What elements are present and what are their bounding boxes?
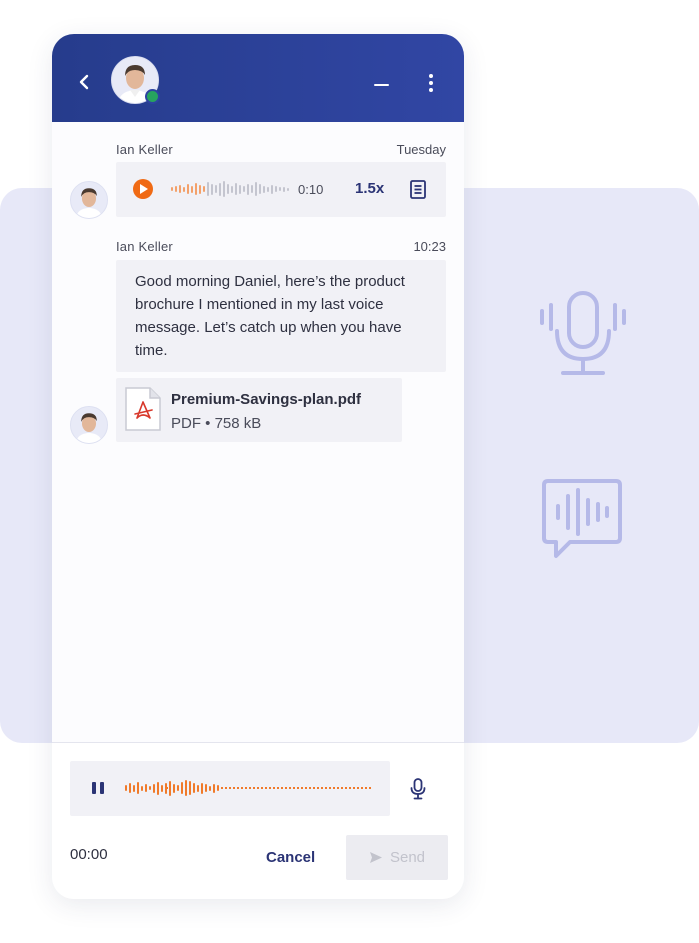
waveform-bar [183,186,185,192]
waveform-bar [125,785,127,791]
waveform-bar [263,185,265,193]
minimize-icon[interactable] [374,84,389,86]
waveform-bar [207,182,209,196]
microphone-icon [540,291,626,375]
waveform-bar [251,185,253,193]
waveform-bar [199,184,201,194]
waveform-bar [179,185,181,193]
chat-window: Ian Keller Tuesday 0:10 1.5x Ian Keller … [52,34,464,899]
waveform-bar [203,186,205,192]
voice-message-bubble: 0:10 1.5x [116,162,446,217]
avatar [70,406,108,444]
waveform-bar [129,783,131,793]
pdf-file-icon [125,387,161,431]
waveform-bar [247,183,249,195]
waveform-bar [235,183,237,195]
playback-speed-button[interactable]: 1.5x [355,180,384,197]
chat-header [52,34,464,122]
text-message-bubble: Good morning Daniel, here’s the product … [116,260,446,372]
waveform-bar [227,184,229,194]
waveform-bar [239,184,241,194]
waveform-bar [267,186,269,192]
waveform-bar [175,186,177,192]
waveform-bar [211,183,213,195]
play-icon[interactable] [133,179,153,199]
file-name: Premium-Savings-plan.pdf [171,391,362,408]
send-icon [369,852,382,863]
waveform-bar [215,185,217,193]
person-avatar-image [71,182,107,218]
waveform-bar [223,181,225,197]
waveform-bar [231,185,233,193]
message-text: Good morning Daniel, here’s the product … [135,273,405,359]
chevron-left-icon[interactable] [74,72,94,92]
waveform-bar [287,187,289,191]
file-attachment[interactable]: Premium-Savings-plan.pdf PDF • 758 kB [116,378,402,442]
waveform-bar [259,184,261,194]
message-timestamp: Tuesday [396,142,446,157]
online-status-indicator [145,89,160,104]
cancel-button[interactable]: Cancel [266,849,315,866]
waveform-bar [141,785,143,791]
waveform-bar [149,786,151,790]
waveform-bar [133,784,135,792]
waveform-bar [191,185,193,193]
microphone-icon[interactable] [409,778,427,800]
waveform-bar [283,186,285,192]
waveform-bar [271,184,273,194]
person-avatar-image [71,407,107,443]
waveform-bar [157,781,159,795]
waveform-bar [145,784,147,792]
voice-duration: 0:10 [298,182,324,197]
waveform-bar [243,186,245,192]
more-vertical-icon[interactable] [426,74,436,96]
recording-timer: 00:00 [70,846,108,863]
message-sender: Ian Keller [116,142,173,157]
send-button[interactable]: Send [346,835,448,880]
transcript-icon[interactable] [410,180,426,199]
pause-icon[interactable] [92,782,104,794]
waveform-bar [219,182,221,196]
send-label: Send [389,849,426,866]
waveform-bar [153,783,155,793]
voice-message-icon [542,479,622,558]
waveform-bar [275,186,277,192]
avatar [70,181,108,219]
voice-waveform[interactable] [171,179,289,199]
waveform-bar [255,182,257,196]
recording-bar [70,761,390,816]
waveform-bar [137,782,139,794]
message-sender: Ian Keller [116,239,173,254]
waveform-bar [187,184,189,194]
file-meta: PDF • 758 kB [171,415,262,432]
message-timestamp: 10:23 [413,239,446,254]
recording-progress-track [166,787,371,789]
waveform-bar [171,187,173,191]
waveform-bar [161,784,163,792]
waveform-bar [195,183,197,195]
waveform-bar [279,187,281,191]
